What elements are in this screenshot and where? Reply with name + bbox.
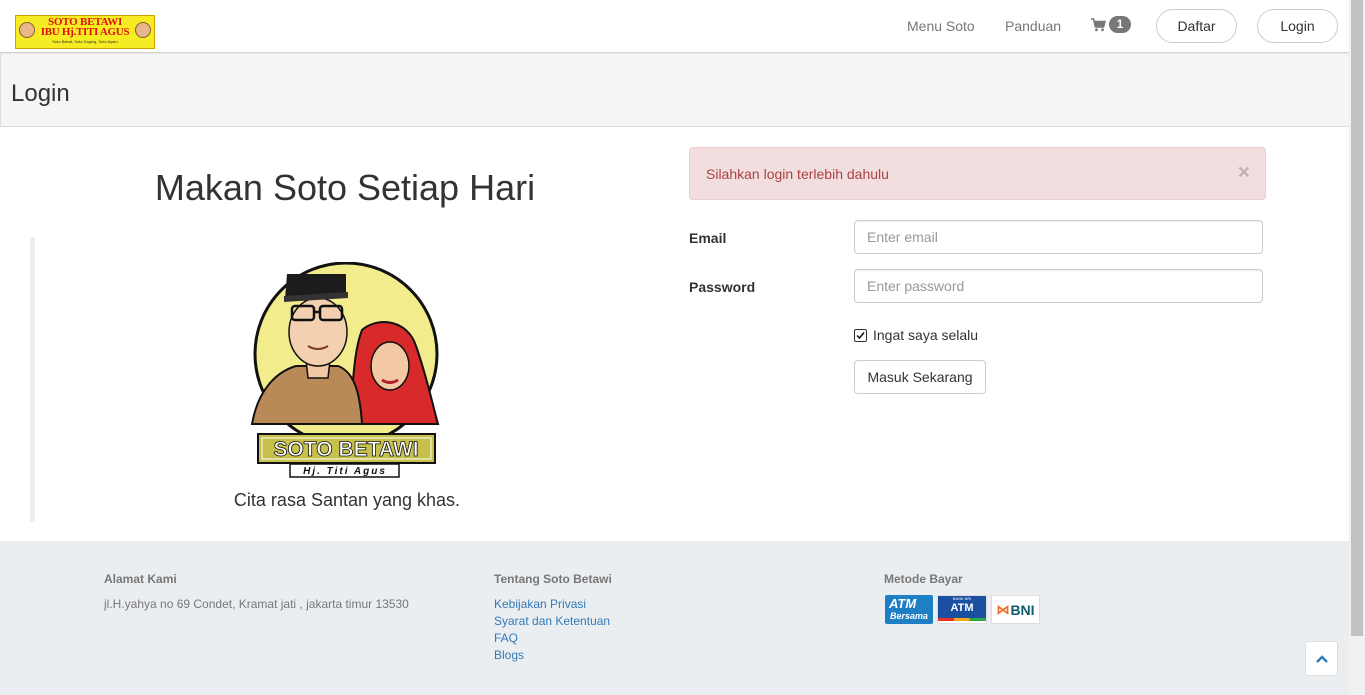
page-header: Login <box>0 54 1349 127</box>
logo-small-text: Soto Babat, Soto Daging, Soto Ayam <box>52 39 118 44</box>
remember-checkbox[interactable] <box>854 328 867 342</box>
footer-link-syarat-ketentuan[interactable]: Syarat dan Ketentuan <box>494 614 610 628</box>
scrollbar-thumb[interactable] <box>1351 0 1363 636</box>
password-label: Password <box>689 279 756 295</box>
page-scrollbar[interactable] <box>1349 0 1365 695</box>
scroll-to-top-button[interactable] <box>1305 641 1338 676</box>
footer-link-faq[interactable]: FAQ <box>494 631 518 645</box>
nav-panduan[interactable]: Panduan <box>1005 17 1061 35</box>
alert-message: Silahkan login terlebih dahulu <box>706 166 889 182</box>
hero-title: Makan Soto Setiap Hari <box>154 167 536 208</box>
soto-betawi-mascot-illustration: SOTO BETAWI Hj. Titi Agus <box>250 262 440 478</box>
cart-count-badge: 1 <box>1109 16 1131 33</box>
remember-label: Ingat saya selalu <box>873 327 979 343</box>
mascot-brand-text: SOTO BETAWI <box>273 438 418 461</box>
brand-logo[interactable]: SOTO BETAWI IBU Hj.TITI AGUS Soto Babat,… <box>15 15 155 49</box>
footer-payment-heading: Metode Bayar <box>884 572 963 586</box>
bri-atm-logo: BANK BRI ATM <box>937 595 987 624</box>
footer-address-heading: Alamat Kami <box>104 572 177 586</box>
footer: Alamat Kami jl.H.yahya no 69 Condet, Kra… <box>0 541 1349 695</box>
daftar-button[interactable]: Daftar <box>1156 9 1237 43</box>
navbar: SOTO BETAWI IBU Hj.TITI AGUS Soto Babat,… <box>0 0 1349 53</box>
password-field[interactable] <box>854 269 1263 303</box>
remember-me[interactable]: Ingat saya selalu <box>854 327 978 343</box>
nav-menu-soto[interactable]: Menu Soto <box>907 17 975 35</box>
footer-link-kebijakan-privasi[interactable]: Kebijakan Privasi <box>494 597 586 611</box>
login-button[interactable]: Login <box>1257 9 1338 43</box>
tagline: Cita rasa Santan yang khas. <box>233 490 461 510</box>
atm-bersama-logo: ATM Bersama <box>885 595 933 624</box>
close-icon[interactable]: × <box>1238 162 1250 184</box>
email-label: Email <box>689 230 727 246</box>
footer-address-text: jl.H.yahya no 69 Condet, Kramat jati , j… <box>104 597 409 611</box>
footer-link-blogs[interactable]: Blogs <box>494 648 524 662</box>
mascot-sub-text: Hj. Titi Agus <box>303 466 387 477</box>
shopping-cart-icon <box>1091 17 1106 31</box>
blockquote-border <box>30 237 35 522</box>
masuk-sekarang-button[interactable]: Masuk Sekarang <box>854 360 986 394</box>
footer-about-heading: Tentang Soto Betawi <box>494 572 612 586</box>
email-field[interactable] <box>854 220 1263 254</box>
login-required-alert: Silahkan login terlebih dahulu × <box>689 147 1266 200</box>
chevron-up-icon <box>1315 654 1328 663</box>
page-title: Login <box>11 80 70 107</box>
nav-cart[interactable]: 1 <box>1091 16 1131 33</box>
logo-subtitle: IBU Hj.TITI AGUS <box>40 26 130 38</box>
checkmark-icon <box>856 331 865 339</box>
bni-logo: ⋈ BNI <box>991 595 1040 624</box>
